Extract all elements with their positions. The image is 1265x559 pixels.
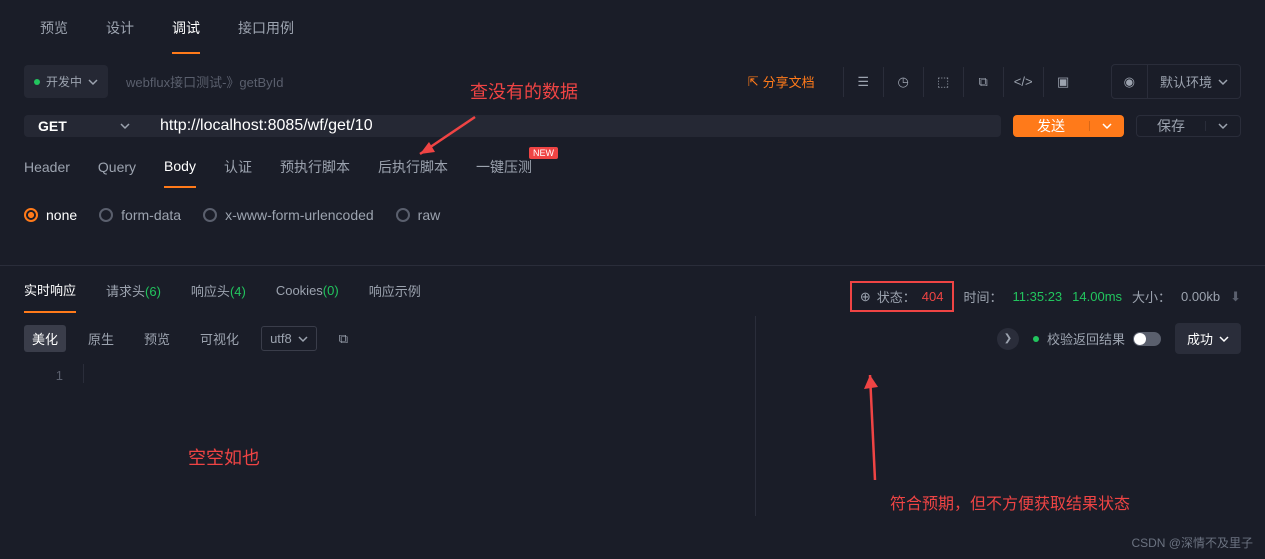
radio-icon <box>24 208 38 222</box>
api-status-select[interactable]: 开发中 <box>24 65 108 98</box>
tab-preview[interactable]: 预览 <box>40 18 68 54</box>
resptab-cookies[interactable]: Cookies(0) <box>276 283 339 310</box>
view-visual[interactable]: 可视化 <box>192 325 247 352</box>
toolbar-icons: ☰ ◷ ⬚ ⧉ </> ▣ <box>843 67 1083 97</box>
send-button[interactable]: 发送 <box>1013 115 1124 137</box>
download-icon[interactable]: ⬇ <box>1230 289 1241 305</box>
subtab-post-script[interactable]: 后执行脚本 <box>378 157 448 189</box>
resptab-realtime[interactable]: 实时响应 <box>24 280 76 313</box>
eye-icon: ◉ <box>1124 74 1135 90</box>
list-icon[interactable]: ☰ <box>843 67 883 97</box>
view-pretty[interactable]: 美化 <box>24 325 66 352</box>
subtab-body[interactable]: Body <box>164 158 196 188</box>
response-status-highlight: ⊕ 状态： 404 <box>850 281 954 312</box>
body-type-none[interactable]: none <box>24 207 77 223</box>
subtab-auth[interactable]: 认证 <box>224 157 252 189</box>
radio-icon <box>99 208 113 222</box>
annotation-expected: 符合预期，但不方便获取结果状态 <box>890 490 1130 514</box>
arrow-icon <box>850 365 910 485</box>
copy-icon[interactable]: ⧉ <box>963 67 1003 97</box>
status-dot-icon <box>1033 336 1039 342</box>
subtab-header[interactable]: Header <box>24 159 70 187</box>
new-badge: NEW <box>529 147 558 159</box>
http-method-select[interactable]: GET <box>24 115 144 137</box>
share-icon: ⇱ <box>748 74 759 90</box>
subtab-query[interactable]: Query <box>98 159 136 187</box>
view-preview[interactable]: 预览 <box>136 325 178 352</box>
response-body: 1 <box>0 364 1265 383</box>
save-button[interactable]: 保存 <box>1136 115 1241 137</box>
encoding-select[interactable]: utf8 <box>261 326 317 351</box>
validate-result-toggle[interactable]: 校验返回结果 <box>1033 329 1161 348</box>
toggle-switch[interactable] <box>1133 332 1161 346</box>
tab-design[interactable]: 设计 <box>106 18 134 54</box>
subtab-stress[interactable]: 一键压测 NEW <box>476 157 532 189</box>
line-number: 1 <box>24 364 84 383</box>
environment-select[interactable]: ◉ 默认环境 <box>1111 64 1241 99</box>
url-input[interactable]: http://localhost:8085/wf/get/10 <box>144 115 1001 137</box>
radio-icon <box>396 208 410 222</box>
body-type-raw[interactable]: raw <box>396 207 441 223</box>
box-icon[interactable]: ▣ <box>1043 67 1083 97</box>
code-content[interactable] <box>84 364 1241 383</box>
save-dropdown[interactable] <box>1205 121 1240 131</box>
success-dropdown[interactable]: 成功 <box>1175 323 1241 354</box>
lock-icon[interactable]: ⬚ <box>923 67 963 97</box>
share-doc-link[interactable]: ⇱ 分享文档 <box>748 72 815 91</box>
api-name-input[interactable]: webflux接口测试-》getById <box>116 64 740 99</box>
chevron-down-icon <box>120 121 130 131</box>
annotation-empty: 空空如也 <box>188 444 260 470</box>
chevron-down-icon <box>88 77 98 87</box>
resptab-reqheaders[interactable]: 请求头(6) <box>106 281 161 312</box>
tab-debug[interactable]: 调试 <box>172 18 200 54</box>
status-value: 404 <box>922 289 944 304</box>
time-value: 11:35:23 <box>1013 289 1063 304</box>
status-dot-icon <box>34 79 40 85</box>
resptab-respheaders[interactable]: 响应头(4) <box>191 281 246 312</box>
duration-value: 14.00ms <box>1072 289 1122 304</box>
resptab-example[interactable]: 响应示例 <box>369 281 421 312</box>
radio-icon <box>203 208 217 222</box>
size-value: 0.00kb <box>1181 289 1220 304</box>
chevron-down-icon <box>1218 77 1228 87</box>
code-icon[interactable]: </> <box>1003 67 1043 97</box>
copy-response-icon[interactable]: ⧉ <box>331 327 356 351</box>
history-icon[interactable]: ◷ <box>883 67 923 97</box>
annotation-no-data: 查没有的数据 <box>470 78 578 104</box>
status-label: 开发中 <box>46 73 82 90</box>
size-label: 大小： <box>1132 287 1171 306</box>
globe-icon: ⊕ <box>860 289 871 305</box>
view-raw[interactable]: 原生 <box>80 325 122 352</box>
time-label: 时间： <box>964 287 1003 306</box>
status-label: 状态： <box>877 287 916 306</box>
tab-cases[interactable]: 接口用例 <box>238 18 294 54</box>
subtab-pre-script[interactable]: 预执行脚本 <box>280 157 350 189</box>
watermark: CSDN @深情不及里子 <box>1131 534 1253 551</box>
body-type-urlencoded[interactable]: x-www-form-urlencoded <box>203 207 374 223</box>
body-type-formdata[interactable]: form-data <box>99 207 181 223</box>
collapse-panel-button[interactable]: ❯ <box>997 328 1019 350</box>
send-dropdown[interactable] <box>1089 121 1124 131</box>
